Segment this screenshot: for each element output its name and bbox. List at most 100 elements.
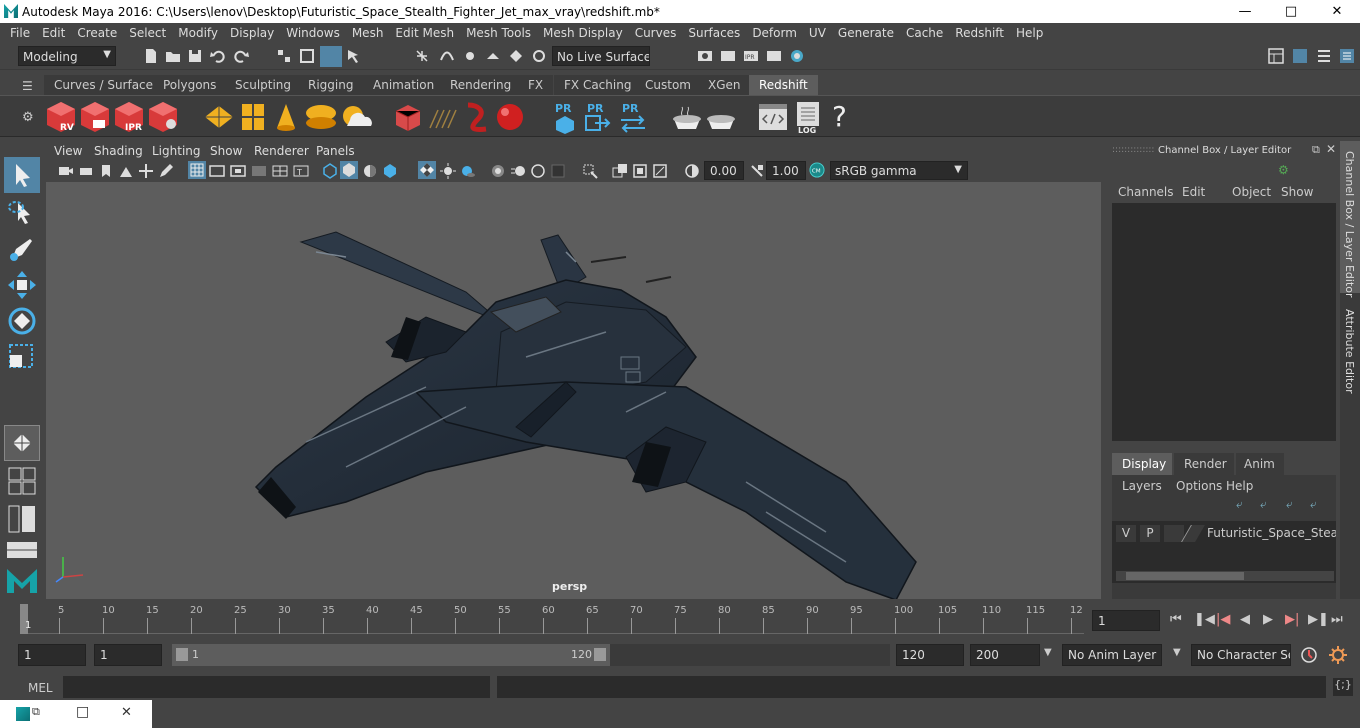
- shelf-tab-fx-caching[interactable]: FX Caching: [554, 75, 642, 95]
- panel-menu-lighting[interactable]: Lighting: [152, 144, 201, 158]
- shelf-tab-animation[interactable]: Animation: [363, 75, 445, 95]
- menu-create[interactable]: Create: [71, 26, 123, 40]
- render-view-icon[interactable]: [766, 48, 782, 64]
- dome-light-icon[interactable]: [304, 103, 338, 131]
- menu-mesh-display[interactable]: Mesh Display: [537, 26, 629, 40]
- use-all-lights-icon[interactable]: [440, 163, 456, 179]
- paint-select-icon[interactable]: [6, 233, 38, 265]
- hypershade-icon[interactable]: [789, 48, 805, 64]
- spot-light-icon[interactable]: [273, 102, 299, 132]
- workspace-icon[interactable]: [1268, 48, 1284, 64]
- select-object-icon[interactable]: [299, 48, 315, 64]
- menu-mesh-tools[interactable]: Mesh Tools: [460, 26, 537, 40]
- menu-edit[interactable]: Edit: [36, 26, 71, 40]
- bake-options-icon[interactable]: [704, 103, 738, 131]
- proxy-icon[interactable]: [393, 103, 423, 133]
- layer-visibility-toggle[interactable]: V: [1116, 525, 1136, 542]
- channel-box-options-icon[interactable]: ⚙: [1278, 163, 1289, 177]
- grease-pencil-icon[interactable]: [158, 163, 174, 179]
- live-surface-field[interactable]: No Live Surface: [552, 46, 650, 66]
- render-sequence-icon[interactable]: [79, 100, 111, 134]
- auto-key-icon[interactable]: [1300, 646, 1318, 664]
- layer-playback-toggle[interactable]: P: [1140, 525, 1160, 542]
- chevron-down-icon[interactable]: ▼: [1173, 647, 1181, 658]
- script-language-label[interactable]: MEL: [28, 681, 53, 695]
- scrollbar-thumb[interactable]: [1126, 572, 1244, 580]
- step-back-key-icon[interactable]: |◀: [1216, 612, 1230, 627]
- bookmark-icon[interactable]: [98, 163, 114, 179]
- close-icon[interactable]: ✕: [121, 705, 132, 720]
- four-view-layout-icon[interactable]: [8, 467, 36, 495]
- gamma-icon[interactable]: [749, 163, 765, 179]
- make-live-icon[interactable]: [531, 48, 547, 64]
- area-light-icon[interactable]: [240, 102, 266, 132]
- move-layer-down-icon[interactable]: ⤶: [1260, 497, 1267, 512]
- exposure-icon[interactable]: [684, 163, 700, 179]
- rotate-tool-icon[interactable]: [6, 305, 38, 337]
- menu-mesh[interactable]: Mesh: [346, 26, 390, 40]
- options-menu[interactable]: Options: [1176, 479, 1222, 493]
- snap-plane-icon[interactable]: [485, 48, 501, 64]
- menu-edit-mesh[interactable]: Edit Mesh: [389, 26, 460, 40]
- xray-icon[interactable]: [612, 163, 628, 179]
- menu-display[interactable]: Display: [224, 26, 280, 40]
- scale-tool-icon[interactable]: [6, 341, 38, 373]
- shadows-icon[interactable]: [460, 163, 476, 179]
- panel-menu-view[interactable]: View: [54, 144, 82, 158]
- snap-point-icon[interactable]: [462, 48, 478, 64]
- color-management-icon[interactable]: CM: [809, 162, 825, 178]
- help-menu[interactable]: Help: [1226, 479, 1253, 493]
- xray-active-components-icon[interactable]: [632, 163, 648, 179]
- film-gate-icon[interactable]: [209, 163, 225, 179]
- field-chart-icon[interactable]: [272, 163, 288, 179]
- multisample-aa-icon[interactable]: [530, 163, 546, 179]
- tab-anim[interactable]: Anim: [1236, 453, 1284, 475]
- gear-icon[interactable]: ⚙: [22, 110, 34, 125]
- maximize-button[interactable]: □: [1268, 0, 1314, 23]
- render-frame-icon[interactable]: [720, 48, 736, 64]
- xray-joints-icon[interactable]: [652, 163, 668, 179]
- float-panel-icon[interactable]: ⧉: [1312, 143, 1320, 157]
- render-settings-icon[interactable]: [697, 48, 713, 64]
- anim-layer-field[interactable]: No Anim Layer: [1062, 644, 1162, 666]
- single-view-layout-button[interactable]: [4, 425, 40, 461]
- command-input[interactable]: [63, 676, 490, 698]
- ipr-icon[interactable]: IPR: [113, 100, 145, 134]
- panel-menu-show[interactable]: Show: [210, 144, 242, 158]
- play-forwards-icon[interactable]: ▶: [1263, 612, 1273, 627]
- pr-proxy-export-icon[interactable]: PR: [552, 100, 578, 134]
- save-scene-icon[interactable]: [187, 48, 203, 64]
- default-material-icon[interactable]: [362, 163, 378, 179]
- volume-icon[interactable]: [462, 101, 492, 133]
- layer-name[interactable]: Futuristic_Space_Stealth_: [1207, 526, 1336, 540]
- tab-display[interactable]: Display: [1112, 453, 1172, 475]
- shelf-tab-rendering[interactable]: Rendering: [440, 75, 522, 95]
- playback-start-field[interactable]: 1: [94, 644, 162, 666]
- playback-end-field[interactable]: 120: [896, 644, 964, 666]
- side-tab-channel-box[interactable]: Channel Box / Layer Editor: [1340, 141, 1360, 298]
- show-menu[interactable]: Show: [1281, 185, 1313, 199]
- maximize-icon[interactable]: □: [76, 704, 89, 720]
- material-sphere-icon[interactable]: [494, 102, 526, 132]
- shelf-tab-redshift[interactable]: Redshift: [749, 75, 818, 95]
- range-slider-track[interactable]: [610, 644, 890, 666]
- menu-uv[interactable]: UV: [803, 26, 832, 40]
- script-editor-icon[interactable]: [757, 102, 789, 132]
- animation-preferences-icon[interactable]: [1328, 645, 1348, 665]
- menu-modify[interactable]: Modify: [172, 26, 224, 40]
- gamma-field[interactable]: 1.00: [766, 161, 806, 180]
- restore-icon[interactable]: ⧉: [32, 705, 40, 719]
- snap-curve-icon[interactable]: [439, 48, 455, 64]
- pr-proxy-swap-icon[interactable]: PR: [618, 100, 648, 134]
- shelf-menu-icon[interactable]: ☰: [22, 79, 33, 93]
- lasso-tool-icon[interactable]: [6, 197, 38, 229]
- layer-color-swatch[interactable]: [1181, 525, 1205, 542]
- shelf-tab-custom[interactable]: Custom: [635, 75, 701, 95]
- menu-curves[interactable]: Curves: [629, 26, 683, 40]
- step-forward-key-icon[interactable]: ▶|: [1285, 612, 1299, 627]
- range-slider[interactable]: 1 120: [172, 644, 610, 666]
- help-icon[interactable]: ?: [832, 100, 847, 133]
- panel-menu-panels[interactable]: Panels: [316, 144, 355, 158]
- gate-mask-icon[interactable]: [251, 163, 267, 179]
- shelf-tab-sculpting[interactable]: Sculpting: [225, 75, 302, 95]
